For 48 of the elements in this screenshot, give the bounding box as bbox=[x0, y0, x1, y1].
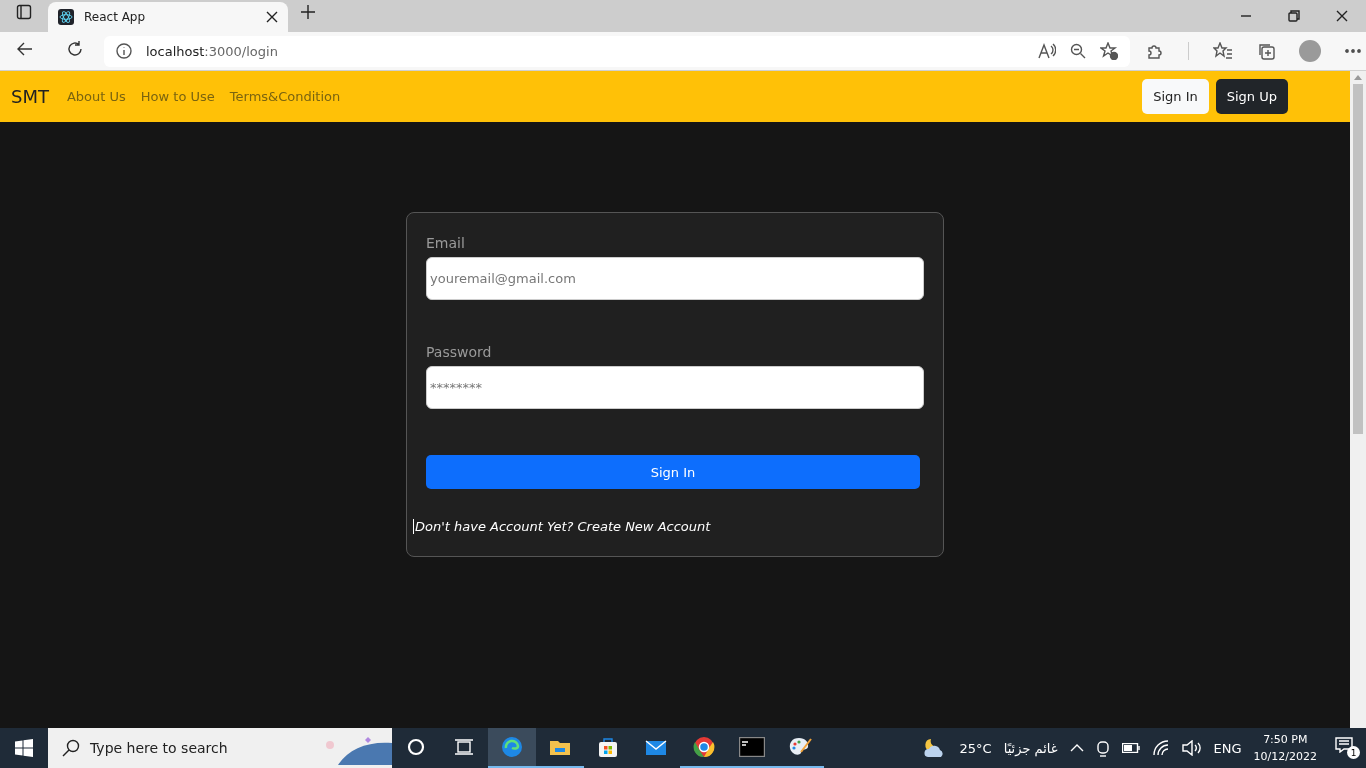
language-indicator[interactable]: ENG bbox=[1213, 740, 1242, 756]
more-icon[interactable] bbox=[1345, 49, 1361, 53]
collections-icon[interactable] bbox=[1257, 42, 1275, 60]
atom-icon bbox=[58, 9, 74, 25]
scrollbar[interactable] bbox=[1350, 71, 1366, 728]
read-aloud-icon[interactable] bbox=[1038, 43, 1056, 59]
brand-logo[interactable]: SMT bbox=[11, 86, 49, 107]
tab-actions-icon[interactable] bbox=[16, 4, 32, 20]
terminal-icon[interactable] bbox=[739, 737, 765, 757]
search-icon[interactable] bbox=[62, 739, 80, 757]
new-tab-icon[interactable] bbox=[300, 4, 316, 20]
close-icon[interactable] bbox=[266, 11, 278, 23]
puzzle-icon[interactable] bbox=[1146, 42, 1164, 60]
nav-link[interactable]: About Us bbox=[66, 89, 126, 104]
clock[interactable]: 7:50 PM 10/12/2022 bbox=[1253, 731, 1317, 765]
sign-in-button[interactable]: Sign In bbox=[426, 455, 920, 489]
speaker-icon[interactable] bbox=[1181, 740, 1202, 756]
wifi-icon[interactable] bbox=[1151, 740, 1170, 756]
chevron-up-icon[interactable] bbox=[1069, 743, 1084, 753]
star-plus-icon[interactable] bbox=[1100, 42, 1118, 60]
task-view-icon[interactable] bbox=[454, 737, 474, 756]
browser-tab[interactable]: React App bbox=[48, 2, 288, 32]
field-label: Password bbox=[426, 344, 493, 360]
notification-button[interactable]: 1 bbox=[1335, 737, 1360, 759]
nav-link[interactable]: How to Use bbox=[140, 89, 215, 104]
nav-link[interactable]: Terms&Condition bbox=[229, 89, 341, 104]
weather-condition-text[interactable]: غائم جزئيًا bbox=[1003, 740, 1058, 756]
sign-up-button[interactable]: Sign Up bbox=[1215, 79, 1288, 114]
sign-in-button[interactable]: Sign In bbox=[1142, 79, 1209, 114]
back-icon[interactable] bbox=[16, 40, 34, 58]
battery-icon[interactable] bbox=[1121, 743, 1140, 753]
email-field[interactable]: youremail@gmail.com bbox=[426, 257, 924, 300]
webcam-icon[interactable] bbox=[1095, 739, 1110, 757]
profile-avatar[interactable] bbox=[1299, 40, 1321, 62]
browser-icon[interactable] bbox=[692, 735, 716, 759]
zoom-out-icon[interactable] bbox=[1070, 43, 1086, 59]
refresh-icon[interactable] bbox=[66, 40, 84, 58]
favorites-icon[interactable] bbox=[1213, 42, 1233, 60]
notification-icon bbox=[1335, 737, 1353, 753]
shopping-bag-icon[interactable] bbox=[596, 735, 620, 759]
windows-icon[interactable] bbox=[15, 739, 33, 757]
taskbar-search[interactable]: Type here to search bbox=[48, 728, 392, 768]
password-field[interactable]: ******** bbox=[426, 366, 924, 409]
info-icon[interactable] bbox=[116, 43, 132, 59]
temperature-text[interactable]: 25°C bbox=[959, 740, 992, 756]
cortana-icon[interactable] bbox=[407, 737, 425, 756]
create-account-link[interactable]: Don't have Account Yet? Create New Account bbox=[413, 519, 711, 534]
field-label: Email bbox=[426, 235, 466, 251]
